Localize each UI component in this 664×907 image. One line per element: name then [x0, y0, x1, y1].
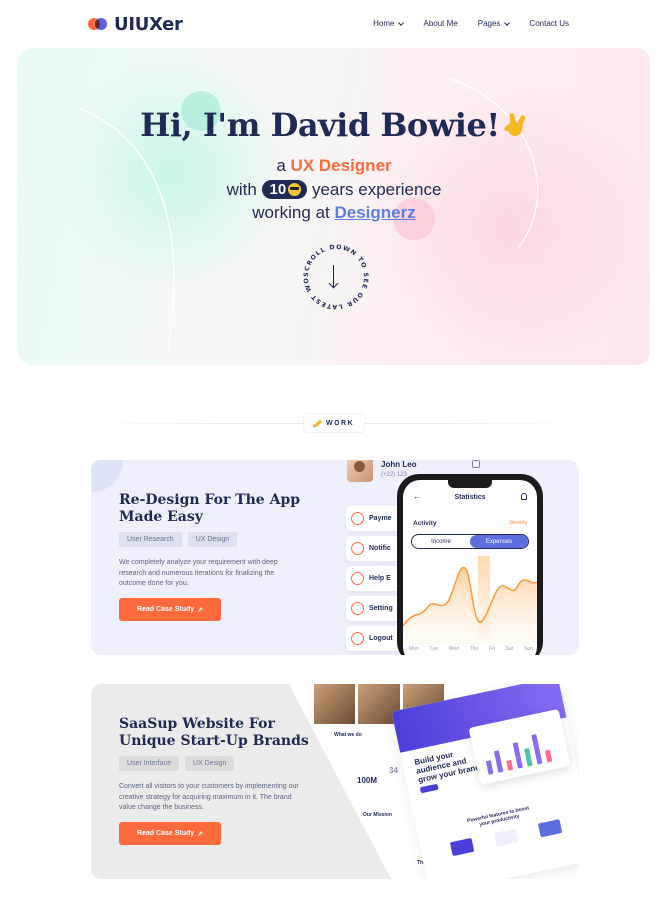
nav-contact[interactable]: Contact Us — [529, 19, 569, 28]
svg-text:SCROLL DOWN TO SEE OUR LATEST: SCROLL DOWN TO SEE OUR LATEST WORK • — [300, 241, 369, 310]
day-label: Thu — [469, 646, 479, 652]
logout-icon — [351, 632, 364, 645]
day-label: Tue — [429, 646, 438, 652]
chart-days: Mon Tue Wed Thu Fri Sat Sun — [409, 646, 533, 652]
mockup-profile-name: John Leo — [381, 460, 417, 469]
pencil-icon — [313, 419, 323, 427]
mockup-menu-label: Notific — [369, 545, 391, 552]
day-label: Sat — [505, 646, 514, 652]
logo[interactable]: UIUXer — [88, 14, 183, 35]
mockup-menu-item: Setting — [346, 596, 401, 621]
mockup-menu-item: Notific — [346, 536, 401, 561]
day-label: Wed — [448, 646, 459, 652]
hero-role-prefix: a — [276, 156, 286, 175]
project-description: We completely analyze your requirement w… — [119, 559, 278, 587]
years-badge: 10 — [261, 180, 308, 199]
company-link[interactable]: Designerz — [334, 203, 415, 222]
years-value: 10 — [269, 181, 287, 198]
segment-control: Income Expenses — [411, 534, 529, 549]
arrow-down-icon — [333, 265, 334, 287]
mockup-menu-item: Logout — [346, 626, 401, 651]
mockup-menu-label: Logout — [369, 635, 393, 642]
project-title: Re-Design For The App Made Easy — [119, 492, 301, 525]
mockup-stat: 34 — [389, 766, 398, 775]
project-tags: User Research UX Design — [119, 532, 238, 547]
help-icon — [351, 572, 364, 585]
nav-pages[interactable]: Pages — [477, 19, 511, 28]
bell-icon — [521, 493, 527, 500]
cta-label: Read Case Study — [136, 606, 195, 613]
screen-title: Statistics — [454, 494, 486, 501]
hero-role: UX Designer — [290, 156, 392, 175]
logo-mark-icon — [88, 16, 108, 34]
day-label: Sun — [524, 646, 533, 652]
hero-experience-line: with 10 years experience — [18, 180, 650, 200]
nav-pages-label: Pages — [477, 19, 501, 28]
main-nav: Home About Me Pages Contact Us — [373, 19, 569, 28]
hero-role-line: a UX Designer — [18, 156, 650, 176]
scroll-circle-text: SCROLL DOWN TO SEE OUR LATEST WORK • — [297, 236, 369, 310]
hero-title-text: Hi, I'm David Bowie! — [140, 106, 500, 144]
hero-exp-suffix: years experience — [311, 180, 442, 199]
phone-notch — [448, 480, 492, 488]
chevron-down-icon — [398, 19, 405, 26]
nav-about[interactable]: About Me — [423, 19, 457, 28]
sunglasses-emoji-icon — [288, 183, 302, 196]
period-select: Weekly — [509, 520, 527, 526]
hero-company-line: working at Designerz — [18, 203, 650, 223]
project-card-saasup: SaaSup Website For Unique Start-Up Brand… — [91, 684, 579, 879]
hero-company-prefix: working at — [252, 203, 330, 222]
card-corner-decor — [91, 460, 123, 492]
mockup-menu-label: Help E — [369, 575, 391, 582]
hero-section: Hi, I'm David Bowie! a UX Designer with … — [18, 48, 650, 365]
mockup-tile — [449, 837, 475, 857]
mockup-menu-label: Setting — [369, 605, 393, 612]
mockup-text: Our Mission — [363, 812, 392, 818]
scroll-down-badge[interactable]: SCROLL DOWN TO SEE OUR LATEST WORK • — [297, 236, 372, 313]
mockup-features-title: Powerful features to boost your producti… — [466, 805, 530, 828]
activity-chart — [403, 556, 537, 646]
activity-label: Activity — [413, 520, 437, 527]
site-header: UIUXer Home About Me Pages Contact Us — [0, 0, 664, 48]
edit-icon — [472, 460, 480, 468]
mockup-menu-item: Help E — [346, 566, 401, 591]
segment-income: Income — [431, 538, 451, 545]
mockup-tile — [537, 819, 563, 838]
work-section-label: WORK — [303, 413, 366, 433]
settings-icon — [351, 602, 364, 615]
bell-icon — [351, 542, 364, 555]
chart-area — [403, 567, 537, 646]
logo-text: UIUXer — [114, 14, 183, 35]
phone-screen: ← Statistics Activity Weekly Income Expe… — [403, 480, 537, 655]
mockup-button — [419, 783, 439, 794]
nav-home-label: Home — [373, 19, 395, 28]
mockup-menu-item: Payme — [346, 506, 401, 531]
rock-hand-icon — [502, 112, 528, 138]
mockup-stat: 100M — [357, 776, 378, 785]
external-arrow-icon: ↗ — [197, 606, 204, 614]
mockup-menu-label: Payme — [369, 515, 392, 522]
hero-title: Hi, I'm David Bowie! — [18, 106, 650, 144]
avatar — [347, 460, 373, 482]
hero-exp-prefix: with — [226, 180, 257, 199]
mockup-tile — [493, 828, 519, 847]
day-label: Mon — [409, 646, 419, 652]
payment-icon — [351, 512, 364, 525]
mockup-text: What we do — [334, 732, 362, 738]
segment-expenses: Expenses — [470, 535, 528, 548]
project-card-app-redesign: Re-Design For The App Made Easy User Res… — [91, 460, 579, 655]
read-case-study-button[interactable]: Read Case Study ↗ — [119, 598, 221, 621]
tag-user-research: User Research — [119, 532, 182, 547]
phone-mockup: ← Statistics Activity Weekly Income Expe… — [397, 474, 543, 655]
day-label: Fri — [489, 646, 495, 652]
work-label-text: WORK — [326, 419, 355, 427]
chevron-down-icon — [504, 19, 511, 26]
tag-ux-design: UX Design — [187, 532, 238, 547]
mockup-profile-phone: (+22) 123 — [381, 472, 407, 478]
scroll-text: SCROLL DOWN TO SEE OUR LATEST WORK • — [297, 236, 368, 310]
nav-contact-label: Contact Us — [529, 19, 569, 28]
nav-home[interactable]: Home — [373, 19, 405, 28]
nav-about-label: About Me — [423, 19, 458, 28]
